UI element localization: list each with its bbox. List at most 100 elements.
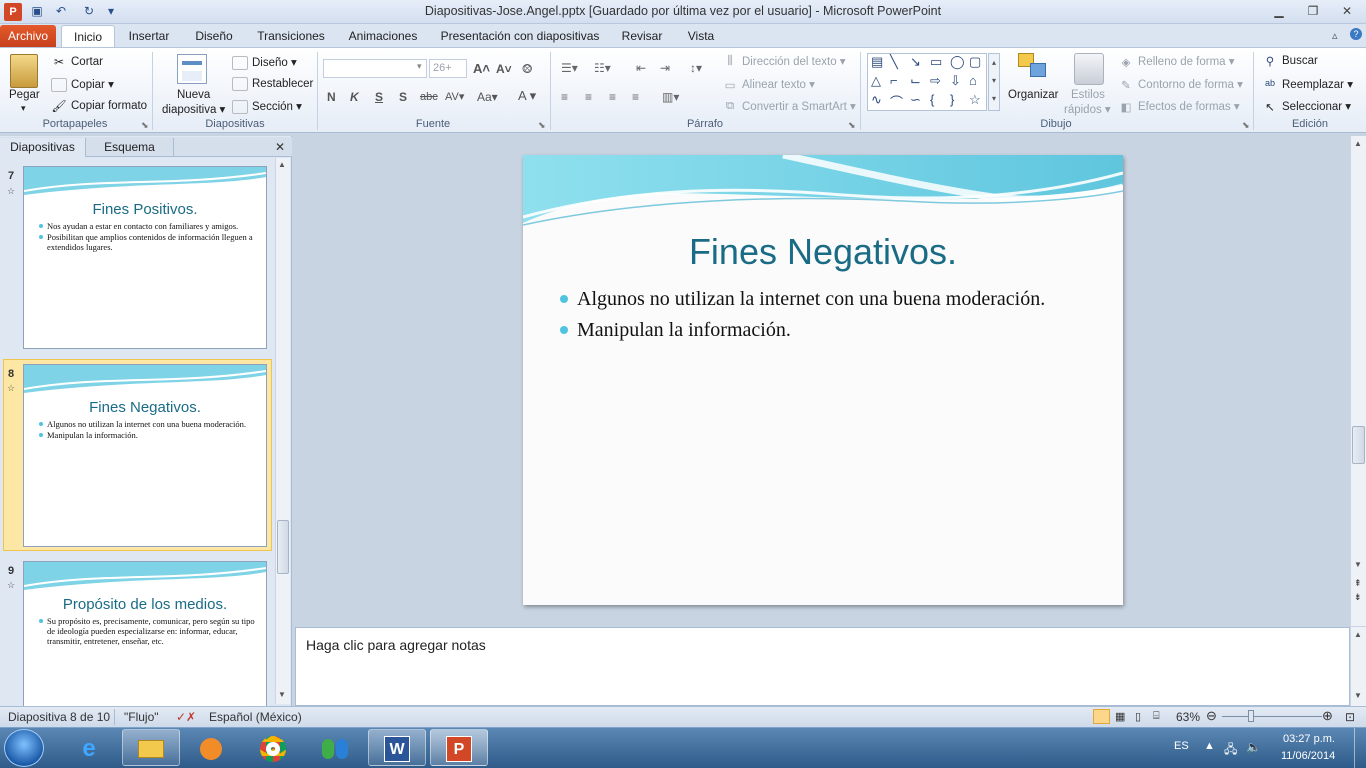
font-name-combo[interactable]: [323, 59, 427, 78]
scroll-up-icon[interactable]: ▲: [1354, 139, 1362, 148]
numbering-icon[interactable]: ☷▾: [594, 61, 611, 75]
italic-icon[interactable]: K: [350, 90, 359, 104]
tab-revisar[interactable]: Revisar: [614, 25, 670, 47]
arrange-button[interactable]: Organizar: [1008, 89, 1059, 101]
right-arrow-shape-icon[interactable]: ⇨: [930, 73, 941, 89]
strikethrough-icon[interactable]: abc: [420, 91, 438, 103]
start-button-icon[interactable]: [4, 729, 44, 767]
reading-view-icon[interactable]: ▯: [1135, 710, 1141, 723]
tab-animaciones[interactable]: Animaciones: [340, 25, 426, 47]
slide-title[interactable]: Fines Negativos.: [523, 231, 1123, 273]
scroll-up-icon[interactable]: ▲: [1354, 630, 1362, 639]
new-slide-button[interactable]: diapositiva ▾: [162, 102, 225, 116]
shape-effects-button[interactable]: ◧ Efectos de formas ▾: [1118, 99, 1240, 114]
bold-icon[interactable]: N: [327, 90, 336, 104]
right-brace-icon[interactable]: }: [950, 92, 954, 107]
rounded-rect-icon[interactable]: ▢: [969, 54, 981, 70]
powerpoint-taskbar-button[interactable]: P: [430, 729, 488, 766]
char-spacing-icon[interactable]: AV▾: [445, 90, 464, 103]
notes-placeholder[interactable]: Haga clic para agregar notas: [306, 637, 486, 653]
previous-slide-icon[interactable]: ⇞: [1354, 578, 1362, 589]
shapes-scroll[interactable]: ▴ ▾ ▾: [988, 53, 1000, 111]
slide-scrollbar[interactable]: ▲ ▼ ⇞ ⇟: [1350, 136, 1366, 626]
scroll-up-icon[interactable]: ▲: [278, 160, 286, 169]
increase-indent-icon[interactable]: ⇥: [660, 61, 670, 75]
tab-inicio[interactable]: Inicio: [61, 25, 115, 47]
zoom-slider[interactable]: [1222, 716, 1322, 717]
tab-archivo[interactable]: Archivo: [0, 25, 56, 47]
arrange-icon[interactable]: [1018, 53, 1048, 85]
align-center-icon[interactable]: ≡: [585, 90, 592, 104]
restore-icon[interactable]: ❐: [1298, 2, 1328, 20]
grow-font-icon[interactable]: A˄: [473, 61, 490, 76]
align-left-icon[interactable]: ≡: [561, 90, 568, 104]
tab-insertar[interactable]: Insertar: [120, 25, 178, 47]
chrome-icon[interactable]: [244, 729, 302, 766]
new-slide-line1[interactable]: Nueva: [177, 89, 210, 101]
dialog-launcher-icon[interactable]: ⬊: [538, 120, 546, 131]
section-button[interactable]: Sección ▾: [232, 99, 302, 114]
internet-explorer-icon[interactable]: e: [60, 729, 118, 766]
tab-slides[interactable]: Diapositivas: [0, 138, 86, 157]
zoom-in-icon[interactable]: ⊕: [1322, 708, 1333, 724]
line-spacing-icon[interactable]: ↕▾: [690, 61, 702, 75]
notes-scrollbar[interactable]: ▲ ▼: [1350, 627, 1366, 706]
show-hidden-icons[interactable]: ▲: [1204, 740, 1215, 752]
slide-sorter-icon[interactable]: ▦: [1115, 710, 1125, 723]
tab-vista[interactable]: Vista: [678, 25, 724, 47]
zoom-slider-thumb[interactable]: [1248, 710, 1254, 722]
network-icon[interactable]: 🖧: [1224, 740, 1237, 761]
slide-thumbnail-9[interactable]: Propósito de los medios. Su propósito es…: [23, 561, 267, 706]
volume-icon[interactable]: 🔈: [1246, 740, 1261, 754]
media-player-icon[interactable]: [182, 729, 240, 766]
dialog-launcher-icon[interactable]: ⬊: [1242, 120, 1250, 131]
select-button[interactable]: ↖ Seleccionar ▾: [1262, 99, 1351, 114]
justify-icon[interactable]: ≡: [632, 90, 639, 104]
underline-icon[interactable]: S: [375, 90, 383, 104]
show-desktop-button[interactable]: [1354, 728, 1366, 768]
format-painter-button[interactable]: 🖌 Copiar formato: [51, 99, 147, 113]
close-icon[interactable]: ✕: [1332, 2, 1362, 20]
curve-shape-icon[interactable]: ∿: [871, 92, 882, 108]
scroll-thumb[interactable]: [277, 520, 289, 574]
next-slide-icon[interactable]: ⇟: [1354, 592, 1362, 603]
text-direction-button[interactable]: ⫼ Dirección del texto ▾: [722, 54, 845, 69]
oval-shape-icon[interactable]: ◯: [950, 54, 965, 70]
zoom-out-icon[interactable]: ⊖: [1206, 708, 1217, 724]
quick-styles-button[interactable]: rápidos ▾: [1064, 102, 1111, 116]
elbow-connector-icon[interactable]: ⌐: [890, 73, 898, 88]
font-name-dropdown-icon[interactable]: ▾: [417, 61, 422, 72]
slide-body[interactable]: Algunos no utilizan la internet con una …: [560, 286, 1080, 348]
dialog-launcher-icon[interactable]: ⬊: [848, 120, 856, 131]
file-explorer-icon[interactable]: [122, 729, 180, 766]
help-icon[interactable]: ?: [1350, 28, 1362, 40]
replace-button[interactable]: ab Reemplazar ▾: [1262, 77, 1353, 92]
scroll-down-icon[interactable]: ▼: [1354, 560, 1362, 569]
arc-shape-icon[interactable]: ⌒: [890, 92, 903, 111]
language-indicator[interactable]: Español (México): [209, 710, 302, 724]
font-size-combo[interactable]: 26+: [429, 59, 467, 78]
textbox-icon[interactable]: ▤: [871, 54, 883, 70]
slide-bullet[interactable]: Manipulan la información.: [560, 317, 1080, 343]
scroll-down-icon[interactable]: ▼: [278, 690, 286, 699]
shape-fill-button[interactable]: ◈ Relleno de forma ▾: [1118, 54, 1235, 69]
slide-thumbnail-8[interactable]: Fines Negativos. Algunos no utilizan la …: [23, 364, 267, 547]
normal-view-icon[interactable]: [1093, 709, 1110, 724]
panel-scrollbar[interactable]: ▲ ▼: [275, 158, 290, 704]
copy-button[interactable]: Copiar ▾: [51, 77, 114, 92]
paste-icon[interactable]: [10, 54, 38, 88]
clear-format-icon[interactable]: ⨷: [522, 61, 532, 77]
smartart-button[interactable]: ⧉ Convertir a SmartArt ▾: [722, 99, 856, 114]
arrow-line-icon[interactable]: ↘: [910, 54, 921, 70]
paste-button[interactable]: Pegar: [9, 89, 40, 101]
font-color-icon[interactable]: A ▾: [518, 88, 536, 104]
bullets-icon[interactable]: ☰▾: [561, 61, 578, 75]
callout-shape-icon[interactable]: ⌂: [969, 73, 977, 88]
layout-button[interactable]: Diseño ▾: [232, 55, 297, 70]
rectangle-shape-icon[interactable]: ▭: [930, 54, 942, 70]
paste-dropdown-icon[interactable]: ▾: [21, 103, 26, 114]
reset-button[interactable]: Restablecer: [232, 77, 313, 91]
line-shape-icon[interactable]: ╲: [890, 54, 898, 70]
elbow-arrow-icon[interactable]: ⌙: [910, 73, 921, 89]
notes-pane[interactable]: Haga clic para agregar notas: [295, 627, 1350, 706]
